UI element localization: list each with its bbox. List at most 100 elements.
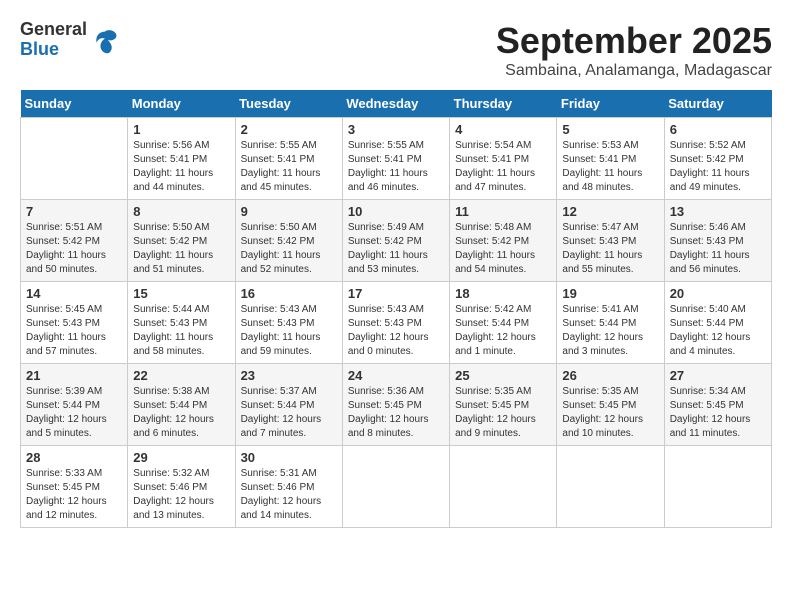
day-number: 20 xyxy=(670,286,766,301)
day-info: Sunrise: 5:36 AMSunset: 5:45 PMDaylight:… xyxy=(348,386,429,439)
day-info: Sunrise: 5:49 AMSunset: 5:42 PMDaylight:… xyxy=(348,222,428,275)
day-info: Sunrise: 5:41 AMSunset: 5:44 PMDaylight:… xyxy=(562,304,643,357)
day-number: 19 xyxy=(562,286,658,301)
logo: General Blue xyxy=(20,20,119,60)
day-number: 1 xyxy=(133,122,229,137)
day-number: 21 xyxy=(26,368,122,383)
calendar-cell: 8Sunrise: 5:50 AMSunset: 5:42 PMDaylight… xyxy=(128,200,235,282)
day-info: Sunrise: 5:35 AMSunset: 5:45 PMDaylight:… xyxy=(455,386,536,439)
calendar-cell: 23Sunrise: 5:37 AMSunset: 5:44 PMDayligh… xyxy=(235,364,342,446)
day-number: 13 xyxy=(670,204,766,219)
day-info: Sunrise: 5:50 AMSunset: 5:42 PMDaylight:… xyxy=(133,222,213,275)
calendar-cell: 28 Sunrise: 5:33 AMSunset: 5:45 PMDayligh… xyxy=(21,446,128,528)
day-number: 5 xyxy=(562,122,658,137)
day-number: 28 xyxy=(26,450,122,465)
day-info: Sunrise: 5:38 AMSunset: 5:44 PMDaylight:… xyxy=(133,386,214,439)
calendar-cell: 26Sunrise: 5:35 AMSunset: 5:45 PMDayligh… xyxy=(557,364,664,446)
calendar-cell xyxy=(21,118,128,200)
calendar-cell: 1 Sunrise: 5:56 AMSunset: 5:41 PMDaylight… xyxy=(128,118,235,200)
calendar-cell: 11 Sunrise: 5:48 AMSunset: 5:42 PMDayligh… xyxy=(450,200,557,282)
day-info: Sunrise: 5:43 AMSunset: 5:43 PMDaylight:… xyxy=(348,304,429,357)
month-title: September 2025 xyxy=(496,20,772,62)
day-number: 29 xyxy=(133,450,229,465)
day-info: Sunrise: 5:32 AMSunset: 5:46 PMDaylight:… xyxy=(133,468,214,521)
day-info: Sunrise: 5:40 AMSunset: 5:44 PMDaylight:… xyxy=(670,304,751,357)
calendar-cell: 3 Sunrise: 5:55 AMSunset: 5:41 PMDaylight… xyxy=(342,118,449,200)
calendar-cell: 17 Sunrise: 5:43 AMSunset: 5:43 PMDayligh… xyxy=(342,282,449,364)
calendar-week-row: 28 Sunrise: 5:33 AMSunset: 5:45 PMDayligh… xyxy=(21,446,772,528)
day-info: Sunrise: 5:46 AMSunset: 5:43 PMDaylight:… xyxy=(670,222,750,275)
day-number: 18 xyxy=(455,286,551,301)
day-number: 7 xyxy=(26,204,122,219)
calendar-week-row: 7 Sunrise: 5:51 AMSunset: 5:42 PMDaylight… xyxy=(21,200,772,282)
day-number: 2 xyxy=(241,122,337,137)
day-number: 12 xyxy=(562,204,658,219)
weekday-header-sunday: Sunday xyxy=(21,90,128,118)
day-info: Sunrise: 5:48 AMSunset: 5:42 PMDaylight:… xyxy=(455,222,535,275)
day-info: Sunrise: 5:51 AMSunset: 5:42 PMDaylight:… xyxy=(26,222,106,275)
calendar-table: SundayMondayTuesdayWednesdayThursdayFrid… xyxy=(20,90,772,528)
day-info: Sunrise: 5:31 AMSunset: 5:46 PMDaylight:… xyxy=(241,468,322,521)
day-info: Sunrise: 5:56 AMSunset: 5:41 PMDaylight:… xyxy=(133,140,213,193)
calendar-cell: 18 Sunrise: 5:42 AMSunset: 5:44 PMDayligh… xyxy=(450,282,557,364)
weekday-header-friday: Friday xyxy=(557,90,664,118)
calendar-cell: 24 Sunrise: 5:36 AMSunset: 5:45 PMDayligh… xyxy=(342,364,449,446)
calendar-cell: 7 Sunrise: 5:51 AMSunset: 5:42 PMDaylight… xyxy=(21,200,128,282)
logo-text: General Blue xyxy=(20,20,87,60)
day-info: Sunrise: 5:47 AMSunset: 5:43 PMDaylight:… xyxy=(562,222,642,275)
day-number: 6 xyxy=(670,122,766,137)
title-block: September 2025 Sambaina, Analamanga, Mad… xyxy=(496,20,772,80)
calendar-cell: 2 Sunrise: 5:55 AMSunset: 5:41 PMDaylight… xyxy=(235,118,342,200)
day-number: 24 xyxy=(348,368,444,383)
calendar-cell: 15 Sunrise: 5:44 AMSunset: 5:43 PMDayligh… xyxy=(128,282,235,364)
day-number: 3 xyxy=(348,122,444,137)
weekday-header-thursday: Thursday xyxy=(450,90,557,118)
weekday-header-saturday: Saturday xyxy=(664,90,771,118)
calendar-cell: 16Sunrise: 5:43 AMSunset: 5:43 PMDayligh… xyxy=(235,282,342,364)
day-number: 27 xyxy=(670,368,766,383)
calendar-cell: 12 Sunrise: 5:47 AMSunset: 5:43 PMDayligh… xyxy=(557,200,664,282)
weekday-header-monday: Monday xyxy=(128,90,235,118)
weekday-header-wednesday: Wednesday xyxy=(342,90,449,118)
calendar-week-row: 1 Sunrise: 5:56 AMSunset: 5:41 PMDaylight… xyxy=(21,118,772,200)
day-number: 25 xyxy=(455,368,551,383)
day-number: 9 xyxy=(241,204,337,219)
day-number: 16 xyxy=(241,286,337,301)
calendar-cell: 4Sunrise: 5:54 AMSunset: 5:41 PMDaylight… xyxy=(450,118,557,200)
day-info: Sunrise: 5:53 AMSunset: 5:41 PMDaylight:… xyxy=(562,140,642,193)
calendar-cell: 22 Sunrise: 5:38 AMSunset: 5:44 PMDayligh… xyxy=(128,364,235,446)
calendar-cell xyxy=(450,446,557,528)
calendar-week-row: 21 Sunrise: 5:39 AMSunset: 5:44 PMDayligh… xyxy=(21,364,772,446)
calendar-week-row: 14Sunrise: 5:45 AMSunset: 5:43 PMDayligh… xyxy=(21,282,772,364)
calendar-cell: 19 Sunrise: 5:41 AMSunset: 5:44 PMDayligh… xyxy=(557,282,664,364)
calendar-cell xyxy=(342,446,449,528)
day-number: 15 xyxy=(133,286,229,301)
day-info: Sunrise: 5:33 AMSunset: 5:45 PMDaylight:… xyxy=(26,468,107,521)
page-header: General Blue September 2025 Sambaina, An… xyxy=(20,20,772,80)
day-number: 4 xyxy=(455,122,551,137)
calendar-cell: 25 Sunrise: 5:35 AMSunset: 5:45 PMDayligh… xyxy=(450,364,557,446)
weekday-header-tuesday: Tuesday xyxy=(235,90,342,118)
day-info: Sunrise: 5:55 AMSunset: 5:41 PMDaylight:… xyxy=(348,140,428,193)
logo-blue: Blue xyxy=(20,39,59,59)
day-info: Sunrise: 5:42 AMSunset: 5:44 PMDaylight:… xyxy=(455,304,536,357)
day-number: 11 xyxy=(455,204,551,219)
calendar-cell xyxy=(664,446,771,528)
day-info: Sunrise: 5:44 AMSunset: 5:43 PMDaylight:… xyxy=(133,304,213,357)
location: Sambaina, Analamanga, Madagascar xyxy=(496,62,772,80)
day-number: 30 xyxy=(241,450,337,465)
calendar-cell: 29 Sunrise: 5:32 AMSunset: 5:46 PMDayligh… xyxy=(128,446,235,528)
day-number: 23 xyxy=(241,368,337,383)
calendar-cell: 30 Sunrise: 5:31 AMSunset: 5:46 PMDayligh… xyxy=(235,446,342,528)
calendar-cell xyxy=(557,446,664,528)
calendar-cell: 27 Sunrise: 5:34 AMSunset: 5:45 PMDayligh… xyxy=(664,364,771,446)
day-info: Sunrise: 5:34 AMSunset: 5:45 PMDaylight:… xyxy=(670,386,751,439)
calendar-cell: 14Sunrise: 5:45 AMSunset: 5:43 PMDayligh… xyxy=(21,282,128,364)
day-info: Sunrise: 5:52 AMSunset: 5:42 PMDaylight:… xyxy=(670,140,750,193)
day-number: 22 xyxy=(133,368,229,383)
day-info: Sunrise: 5:55 AMSunset: 5:41 PMDaylight:… xyxy=(241,140,321,193)
logo-general: General xyxy=(20,19,87,39)
day-number: 17 xyxy=(348,286,444,301)
day-info: Sunrise: 5:39 AMSunset: 5:44 PMDaylight:… xyxy=(26,386,107,439)
day-number: 10 xyxy=(348,204,444,219)
